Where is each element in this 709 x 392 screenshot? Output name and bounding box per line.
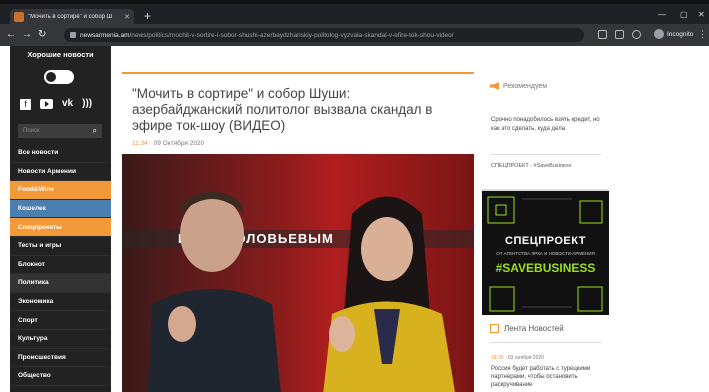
article-photo[interactable]: ИРОМ СОЛОВЬЕВЫМ: [122, 154, 474, 392]
address-bar[interactable]: newsarmenia.am/news/politics/mochit-v-so…: [64, 28, 584, 42]
article-card: "Мочить в сортире" и собор Шуши: азербай…: [122, 72, 474, 392]
sidebar-item[interactable]: Тесты и игры: [10, 236, 111, 256]
feed-item-link[interactable]: Россия будет работать с турецкими партне…: [491, 365, 603, 389]
facebook-icon[interactable]: f: [20, 98, 31, 110]
recommend-heading-label: Рекомендуем: [503, 82, 548, 90]
reload-icon[interactable]: ↻: [38, 29, 46, 41]
news-feed-heading: Лента Новостей: [490, 324, 564, 333]
megaphone-icon: [490, 82, 499, 90]
toggle-knob: [46, 72, 56, 82]
divider: [490, 342, 602, 343]
search-placeholder: Поиск: [23, 128, 40, 134]
good-news-toggle[interactable]: [44, 70, 74, 84]
social-links: f vk ))): [20, 98, 92, 110]
savebusiness-banner[interactable]: СПЕЦПРОЕКТ ОТ АГЕНТСТВА ЭРКА И НОВОСТИ-А…: [482, 189, 609, 315]
rss-icon[interactable]: ))): [82, 98, 92, 110]
browser-toolbar: ← → ↻ newsarmenia.am/news/politics/mochi…: [0, 24, 709, 46]
star-icon[interactable]: [632, 30, 641, 39]
new-tab-icon[interactable]: +: [144, 9, 151, 23]
sidebar-item[interactable]: Политика: [10, 274, 111, 293]
presenter-figure: [147, 191, 281, 392]
feed-item-time: 18:30: [491, 355, 504, 361]
sidebar-item[interactable]: Food&Wine: [10, 181, 111, 200]
incognito-icon: [654, 29, 664, 39]
vk-icon[interactable]: vk: [62, 98, 73, 110]
browser-tab[interactable]: "Мочить в сортире" и собор Ш ✕: [10, 9, 134, 24]
guest-figure: [323, 196, 455, 392]
banner-subtitle: ОТ АГЕНТСТВА ЭРКА И НОВОСТИ-АРМЕНИЯ: [496, 251, 595, 256]
forward-icon[interactable]: →: [22, 29, 32, 41]
tab-title: "Мочить в сортире" и собор Ш: [28, 13, 113, 20]
sidebar-menu: Все новости Новости Армении Food&Wine Кошел…: [10, 144, 111, 386]
sidebar-item[interactable]: Спорт: [10, 311, 111, 330]
youtube-icon[interactable]: [40, 99, 53, 109]
favicon-icon: [14, 11, 24, 22]
incognito-indicator[interactable]: Incognito: [654, 29, 693, 39]
lock-icon: [70, 32, 76, 38]
back-icon[interactable]: ←: [6, 29, 16, 41]
sidebar-item[interactable]: Кошелек: [10, 199, 111, 219]
right-column: Рекомендуем Срочно понадобилось взять кр…: [482, 72, 609, 392]
close-window-icon[interactable]: ✕: [698, 10, 705, 19]
sidebar-item[interactable]: Экономика: [10, 292, 111, 312]
browser-window: "Мочить в сортире" и собор Ш ✕ + — ▢ ✕ ←…: [0, 0, 709, 392]
sidebar-item[interactable]: Происшествия: [10, 348, 111, 368]
minimize-icon[interactable]: —: [658, 10, 666, 19]
tab-strip: "Мочить в сортире" и собор Ш ✕ + — ▢ ✕: [0, 4, 709, 24]
news-feed-heading-label: Лента Новостей: [504, 324, 564, 333]
sidebar: Хорошие новости f vk ))) Поиск ⌕ Все нов…: [10, 46, 111, 392]
article-headline: "Мочить в сортире" и собор Шуши: азербай…: [132, 86, 433, 133]
site-logo[interactable]: Хорошие новости: [10, 50, 111, 59]
sidebar-item[interactable]: Общество: [10, 367, 111, 386]
search-input[interactable]: Поиск ⌕: [18, 124, 102, 138]
recommend-source: СПЕЦПРОЕКТ - #SaveBusiness: [491, 163, 572, 169]
article-date: 09 Октября 2020: [153, 140, 205, 147]
incognito-label: Incognito: [667, 30, 694, 38]
recommend-link[interactable]: Срочно понадобилось взять кредит, но как…: [491, 116, 603, 133]
sidebar-item[interactable]: Культура: [10, 329, 111, 349]
sidebar-item[interactable]: Спецпроекты: [10, 218, 111, 237]
cast-icon[interactable]: [598, 30, 607, 39]
banner-hashtag: #SAVEBUSINESS: [495, 261, 596, 275]
feed-item-meta: 18:30 03 ноября 2020: [491, 355, 544, 361]
close-icon[interactable]: ✕: [124, 13, 130, 21]
url-text: newsarmenia.am/news/politics/mochit-v-so…: [80, 31, 454, 39]
article-time: 11:34: [132, 140, 148, 147]
recommend-heading: Рекомендуем: [490, 82, 547, 90]
feed-item-date: 03 ноября 2020: [507, 355, 544, 361]
article-meta: 11:34 09 Октября 2020: [132, 140, 204, 147]
search-icon[interactable]: ⌕: [93, 126, 97, 136]
sidebar-item[interactable]: Новости Армении: [10, 162, 111, 182]
menu-icon[interactable]: ⋮: [698, 29, 707, 40]
banner-title: СПЕЦПРОЕКТ: [505, 235, 586, 247]
divider: [491, 154, 601, 155]
newspaper-icon: [490, 324, 499, 333]
eye-off-icon[interactable]: [615, 30, 624, 39]
sidebar-item[interactable]: Блокнот: [10, 255, 111, 275]
maximize-icon[interactable]: ▢: [680, 10, 688, 19]
sidebar-item[interactable]: Все новости: [10, 144, 111, 163]
